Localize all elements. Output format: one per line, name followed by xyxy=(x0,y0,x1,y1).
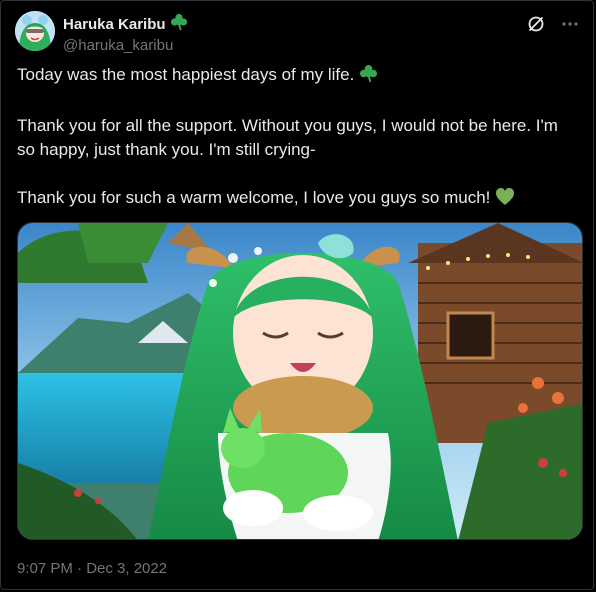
clover-icon xyxy=(170,13,188,35)
tweet-media-image[interactable] xyxy=(17,222,583,540)
tweet-card: Haruka Karibu @haruka_karibu Today was t… xyxy=(0,0,594,590)
tweet-text: Today was the most happiest days of my l… xyxy=(17,63,577,213)
clover-icon xyxy=(359,64,378,90)
tweet-paragraph: Today was the most happiest days of my l… xyxy=(17,63,577,90)
author-handle[interactable]: @haruka_karibu xyxy=(63,37,188,54)
more-dots-icon[interactable] xyxy=(559,13,581,35)
tweet-timestamp[interactable]: 9:07 PM · Dec 3, 2022 xyxy=(17,560,167,577)
header-actions xyxy=(525,13,581,35)
author-names: Haruka Karibu @haruka_karibu xyxy=(63,13,188,54)
tweet-paragraph: Thank you for all the support. Without y… xyxy=(17,116,558,159)
green-heart-icon xyxy=(495,187,515,213)
tweet-header: Haruka Karibu @haruka_karibu xyxy=(15,11,581,55)
slash-circle-icon[interactable] xyxy=(525,13,547,35)
author-display-name-row[interactable]: Haruka Karibu xyxy=(63,13,188,35)
author-display-name[interactable]: Haruka Karibu xyxy=(63,16,166,33)
avatar[interactable] xyxy=(15,11,55,51)
tweet-paragraph: Thank you for such a warm welcome, I lov… xyxy=(17,186,577,213)
